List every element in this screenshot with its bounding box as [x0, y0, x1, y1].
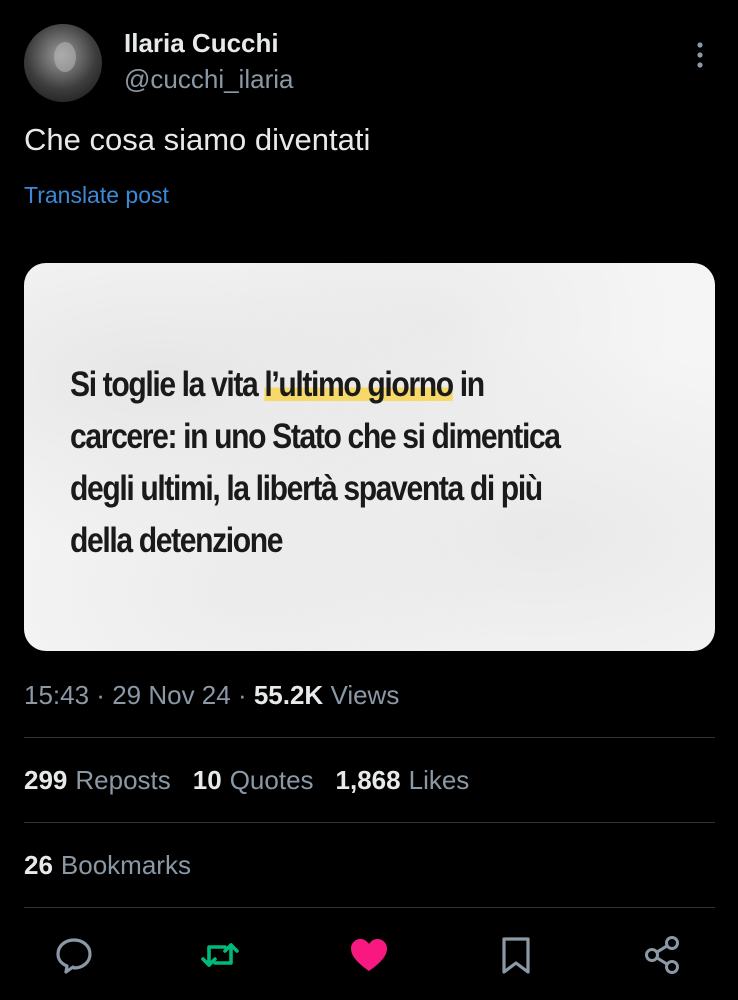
- bookmark-icon[interactable]: [494, 933, 538, 977]
- post-date[interactable]: 29 Nov 24: [112, 680, 231, 710]
- bookmarks-stat[interactable]: 26 Bookmarks: [24, 850, 191, 881]
- post-text: Che cosa siamo diventati: [24, 122, 371, 157]
- media-image[interactable]: Si toglie la vita l’ultimo giorno in car…: [24, 263, 715, 651]
- quotes-count: 10: [192, 765, 222, 795]
- meta-separator: ·: [89, 680, 113, 710]
- author-handle[interactable]: @cucchi_ilaria: [124, 64, 293, 95]
- repost-icon[interactable]: [198, 933, 242, 977]
- post-header: Ilaria Cucchi @cucchi_ilaria: [0, 0, 738, 110]
- likes-stat[interactable]: 1,868 Likes: [336, 765, 470, 796]
- divider: [24, 907, 715, 908]
- likes-label: Likes: [408, 765, 470, 795]
- bookmarks-stats: 26 Bookmarks: [24, 850, 213, 881]
- headline-line-4: della detenzione: [70, 521, 284, 560]
- share-icon[interactable]: [640, 933, 684, 977]
- headline-line-1: Si toglie la vita l’ultimo giorno in: [70, 359, 603, 411]
- bookmarks-label: Bookmarks: [60, 850, 191, 880]
- engagement-stats: 299 Reposts 10 Quotes 1,868 Likes: [24, 765, 491, 796]
- divider: [24, 822, 715, 823]
- views-label: Views: [330, 680, 400, 710]
- headline-text: Si toglie la vita: [70, 365, 265, 404]
- media-headline: Si toglie la vita l’ultimo giorno in car…: [70, 359, 603, 567]
- translate-post-link[interactable]: Translate post: [24, 182, 169, 209]
- post-time[interactable]: 15:43: [24, 680, 89, 710]
- views-count: 55.2K: [253, 680, 324, 710]
- reposts-label: Reposts: [75, 765, 171, 795]
- headline-text: in: [452, 365, 485, 404]
- avatar[interactable]: [24, 24, 102, 102]
- post-meta: 15:43 · 29 Nov 24 · 55.2K Views: [24, 680, 399, 711]
- headline-line-2: carcere: in uno Stato che si dimentica: [70, 417, 561, 456]
- divider: [24, 737, 715, 738]
- like-icon[interactable]: [347, 933, 391, 977]
- bookmarks-count: 26: [24, 850, 53, 880]
- more-options-icon[interactable]: [690, 40, 710, 70]
- quotes-label: Quotes: [229, 765, 314, 795]
- likes-count: 1,868: [335, 765, 401, 795]
- reposts-count: 299: [24, 765, 68, 795]
- reply-icon[interactable]: [52, 933, 96, 977]
- reposts-stat[interactable]: 299 Reposts: [24, 765, 171, 796]
- quotes-stat[interactable]: 10 Quotes: [193, 765, 314, 796]
- headline-line-3: degli ultimi, la libertà spaventa di più: [70, 469, 543, 508]
- headline-highlight: l’ultimo giorno: [264, 365, 454, 404]
- action-bar: [0, 925, 738, 985]
- author-display-name[interactable]: Ilaria Cucchi: [124, 28, 279, 59]
- meta-separator: ·: [230, 680, 254, 710]
